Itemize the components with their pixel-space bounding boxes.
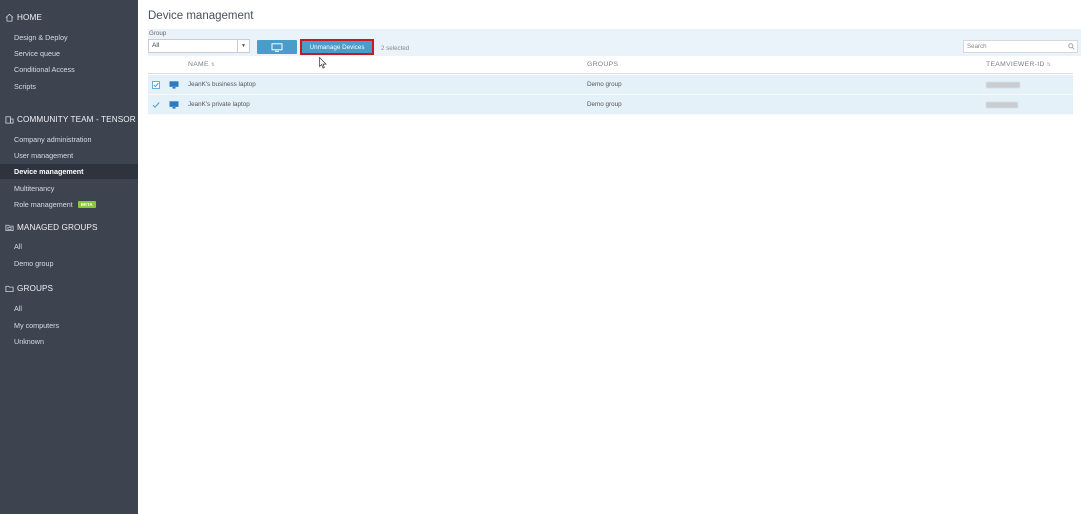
sort-icon: ⇅	[210, 62, 216, 68]
table-row[interactable]: JeanK's business laptop Demo group	[148, 75, 1073, 95]
sidebar-item-managed-all[interactable]: All	[0, 239, 138, 254]
sidebar-item-label: User management	[14, 151, 74, 160]
folder-icon	[5, 285, 14, 292]
sidebar-item-label: Conditional Access	[14, 65, 75, 74]
group-label: Group	[149, 30, 167, 37]
chevron-down-icon[interactable]: ▼	[237, 40, 249, 52]
sidebar-item-label: Multitenancy	[14, 184, 55, 193]
sidebar: HOME Design & Deploy Service queue Condi…	[0, 0, 138, 514]
sidebar-item-unknown[interactable]: Unknown	[0, 334, 138, 349]
toolbar: Group All ▼ Unmanage Devices 2 selected …	[148, 29, 1081, 56]
monitor-icon	[169, 101, 179, 109]
sidebar-item-label: Unknown	[14, 337, 44, 346]
sidebar-item-company-administration[interactable]: Company administration	[0, 132, 138, 147]
device-group: Demo group	[587, 101, 622, 108]
section-label: HOME	[17, 12, 42, 22]
sidebar-section-managed-groups[interactable]: MANAGED GROUPS	[0, 219, 138, 235]
unmanage-devices-button[interactable]: Unmanage Devices	[300, 39, 374, 55]
mouse-cursor-icon	[319, 57, 327, 69]
column-header-name[interactable]: NAME ⇅	[188, 61, 215, 68]
page-title: Device management	[148, 10, 254, 22]
table-row[interactable]: JeanK's private laptop Demo group	[148, 95, 1073, 115]
sidebar-item-label: Service queue	[14, 49, 60, 58]
device-name[interactable]: JeanK's business laptop	[188, 81, 256, 88]
sidebar-item-label: Scripts	[14, 82, 36, 91]
search-placeholder: Search	[967, 43, 987, 50]
sidebar-item-user-management[interactable]: User management	[0, 148, 138, 163]
main-content: Device management Group All ▼ Unmanage D…	[138, 0, 1081, 514]
checkbox-checked-icon[interactable]	[152, 81, 160, 89]
sidebar-item-conditional-access[interactable]: Conditional Access	[0, 62, 138, 77]
sidebar-item-label: Design & Deploy	[14, 33, 68, 42]
column-label: TEAMVIEWER-ID	[986, 61, 1045, 68]
teamviewer-id-redacted	[986, 82, 1020, 88]
sidebar-item-label: Role management	[14, 200, 73, 209]
home-icon	[5, 13, 14, 22]
column-header-teamviewer-id[interactable]: TEAMVIEWER-ID ⇅	[986, 61, 1051, 68]
sidebar-section-groups[interactable]: GROUPS	[0, 280, 138, 296]
column-label: NAME	[188, 61, 209, 68]
sidebar-item-device-management[interactable]: Device management	[0, 164, 138, 179]
section-label: MANAGED GROUPS	[17, 222, 98, 232]
teamviewer-id-redacted	[986, 102, 1018, 108]
group-select-value: All	[152, 42, 160, 49]
sidebar-item-scripts[interactable]: Scripts	[0, 79, 138, 94]
section-label: GROUPS	[17, 283, 54, 293]
sidebar-item-role-management[interactable]: Role management BETA	[0, 197, 138, 212]
sidebar-item-my-computers[interactable]: My computers	[0, 318, 138, 333]
monitor-icon	[169, 81, 179, 89]
computer-icon	[271, 42, 283, 52]
sidebar-item-service-queue[interactable]: Service queue	[0, 46, 138, 61]
sidebar-section-community[interactable]: COMMUNITY TEAM - TENSOR	[0, 111, 138, 127]
sidebar-item-managed-demo-group[interactable]: Demo group	[0, 256, 138, 271]
company-icon	[5, 115, 14, 124]
sidebar-item-label: My computers	[14, 321, 60, 330]
sidebar-item-label: All	[14, 304, 22, 313]
table-header: NAME ⇅ GROUPS TEAMVIEWER-ID ⇅	[148, 57, 1073, 74]
selected-count: 2 selected	[381, 45, 410, 52]
device-group: Demo group	[587, 81, 622, 88]
device-name[interactable]: JeanK's private laptop	[188, 101, 250, 108]
checkmark-icon[interactable]	[152, 101, 160, 109]
sidebar-section-home[interactable]: HOME	[0, 9, 138, 25]
section-label: COMMUNITY TEAM - TENSOR	[17, 114, 136, 124]
sort-icon: ⇅	[1046, 62, 1052, 68]
beta-badge: BETA	[77, 201, 96, 208]
sidebar-item-groups-all[interactable]: All	[0, 301, 138, 316]
search-input[interactable]: Search	[963, 40, 1078, 53]
sidebar-item-label: Company administration	[14, 135, 92, 144]
column-label: GROUPS	[587, 61, 619, 68]
sidebar-item-label: Device management	[14, 167, 84, 176]
managed-folder-icon	[5, 224, 14, 231]
add-device-button[interactable]	[257, 40, 297, 54]
search-icon	[1068, 43, 1075, 50]
sidebar-item-multitenancy[interactable]: Multitenancy	[0, 181, 138, 196]
column-header-groups[interactable]: GROUPS	[587, 61, 618, 68]
sidebar-item-design-deploy[interactable]: Design & Deploy	[0, 30, 138, 45]
sidebar-item-label: Demo group	[14, 259, 54, 268]
group-select[interactable]: All ▼	[148, 39, 250, 53]
sidebar-item-label: All	[14, 242, 22, 251]
